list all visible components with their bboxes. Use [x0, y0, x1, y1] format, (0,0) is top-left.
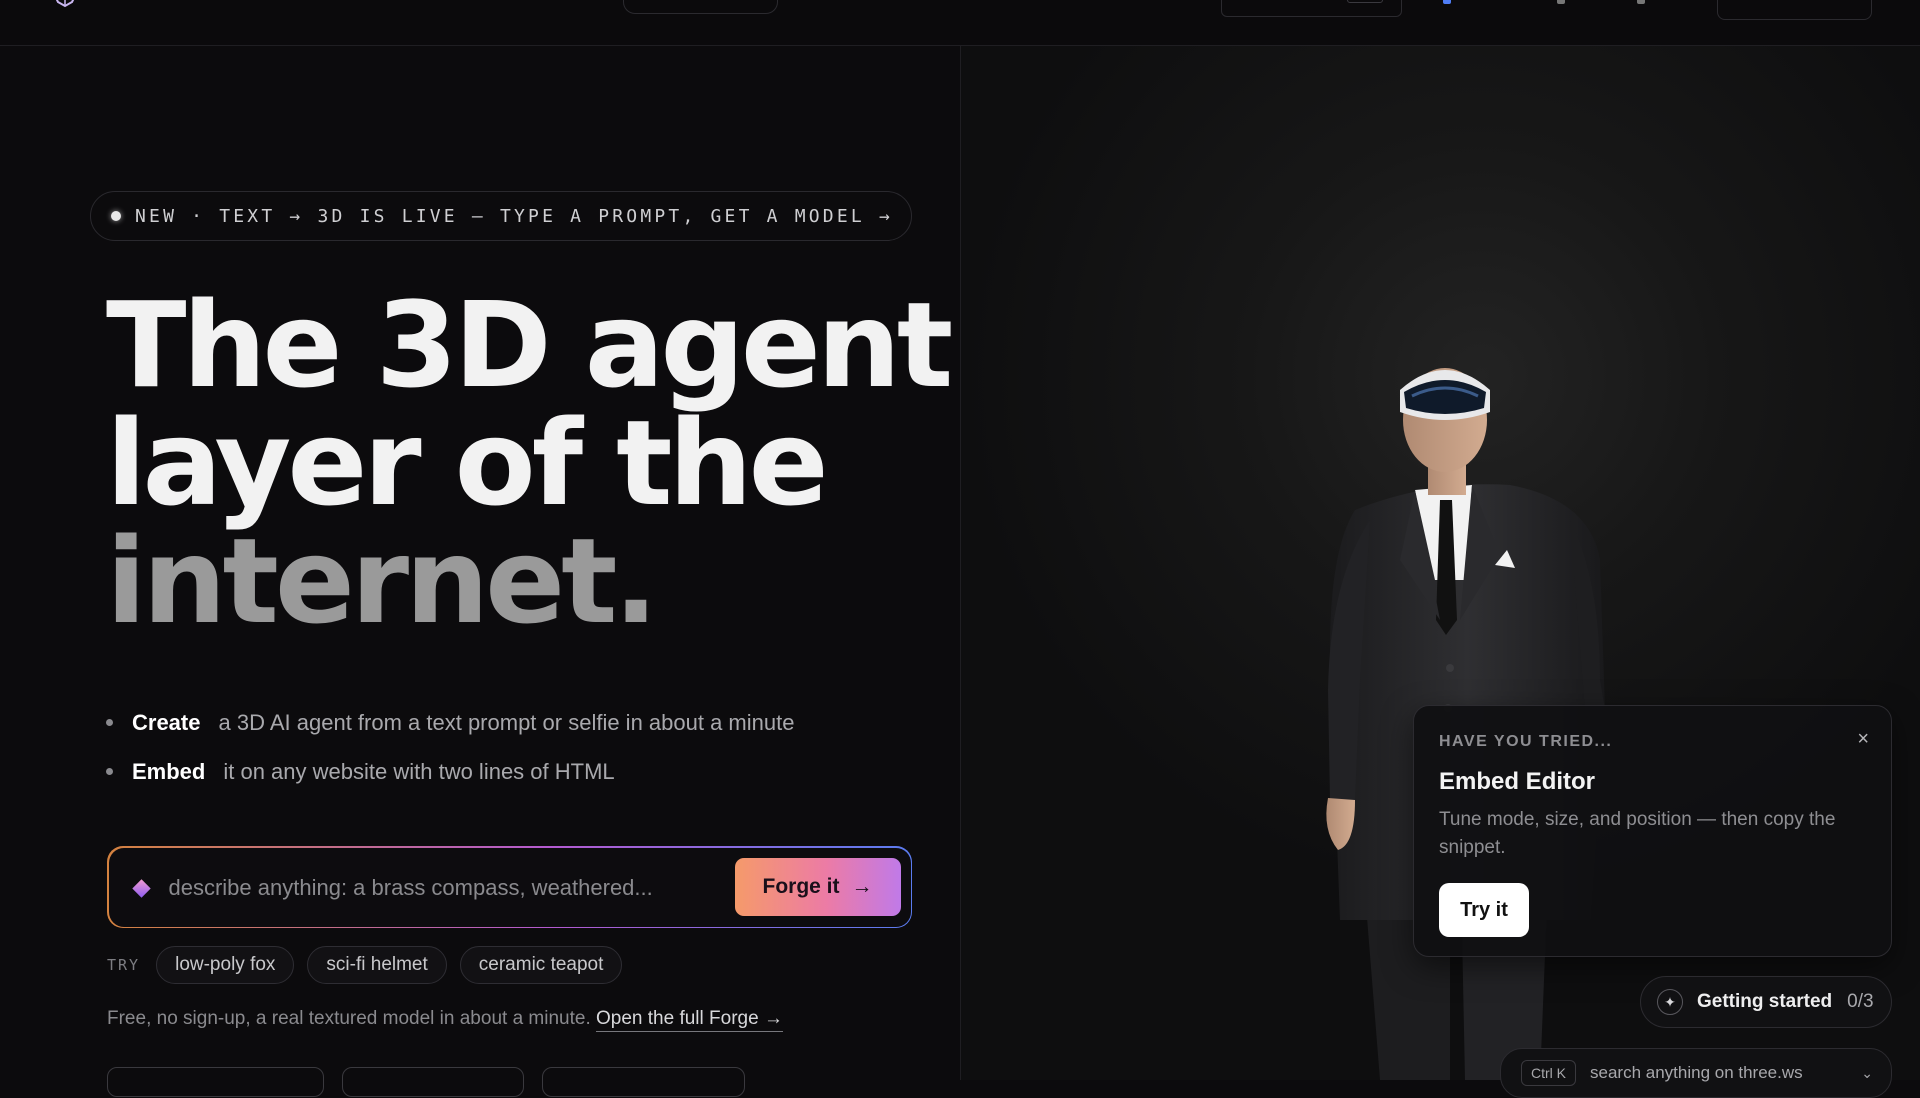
suggestion-chip[interactable]: ceramic teapot [459, 946, 623, 984]
bullet-icon [106, 719, 113, 726]
feature-description: it on any website with two lines of HTML [223, 758, 615, 784]
open-forge-link[interactable]: Open the full Forge → [596, 1008, 783, 1032]
shortcut-badge: Ctrl K [1521, 1060, 1576, 1086]
nav-link-marker[interactable] [1557, 0, 1565, 4]
nav-pill-button[interactable] [623, 0, 778, 14]
getting-started-button[interactable]: ✦ Getting started 0/3 [1640, 976, 1892, 1028]
command-search-placeholder: search anything on three.ws [1590, 1063, 1803, 1082]
arrow-right-icon: → [851, 874, 873, 898]
top-search-input[interactable] [1221, 0, 1402, 17]
announcement-text: NEW · TEXT → 3D IS LIVE — TYPE A PROMPT,… [135, 205, 893, 227]
suggestion-row: TRY low-poly fox sci-fi helmet ceramic t… [107, 946, 623, 984]
hero-heading: The 3D agent layer of the internet. [106, 276, 953, 650]
account-button[interactable] [1717, 0, 1872, 20]
chevron-down-icon: ⌄ [1861, 1065, 1873, 1081]
secondary-button[interactable] [107, 1067, 324, 1097]
nav-link-marker[interactable] [1637, 0, 1645, 4]
feature-keyword: Embed [132, 758, 206, 784]
suggestion-chip[interactable]: sci-fi helmet [307, 946, 447, 984]
getting-started-progress: 0/3 [1847, 991, 1874, 1012]
secondary-button[interactable] [342, 1067, 524, 1097]
fineprint-text: Free, no sign-up, a real textured model … [107, 1008, 591, 1029]
getting-started-label: Getting started [1697, 991, 1833, 1012]
bullet-icon [106, 768, 113, 775]
hero-line-1: The 3D agent [106, 276, 953, 414]
suggestion-label: TRY [107, 956, 141, 974]
close-icon[interactable]: × [1857, 728, 1869, 751]
feature-item: Create a 3D AI agent from a text prompt … [106, 698, 794, 747]
sparkle-icon: ✦ [1657, 989, 1683, 1015]
logo-icon[interactable] [50, 0, 80, 10]
forge-button[interactable]: Forge it → [734, 857, 901, 916]
prompt-form: Forge it → [107, 846, 912, 928]
feature-description: a 3D AI agent from a text prompt or self… [218, 709, 795, 735]
top-navigation-bar [0, 0, 1920, 46]
hero-line-2: layer of the [106, 394, 829, 532]
announcement-banner[interactable]: NEW · TEXT → 3D IS LIVE — TYPE A PROMPT,… [90, 191, 912, 241]
tip-title: Embed Editor [1439, 768, 1596, 795]
prompt-input[interactable] [168, 867, 729, 908]
hero-line-3: internet. [106, 512, 658, 650]
forge-button-label: Forge it [762, 874, 840, 898]
command-search-bar[interactable]: Ctrl K search anything on three.ws ⌄ [1500, 1048, 1892, 1098]
diamond-icon [131, 878, 151, 898]
fineprint: Free, no sign-up, a real textured model … [107, 1008, 783, 1032]
feature-list: Create a 3D AI agent from a text prompt … [106, 698, 794, 796]
nav-link-marker[interactable] [1443, 0, 1451, 4]
tip-card: HAVE YOU TRIED... × Embed Editor Tune mo… [1413, 705, 1892, 957]
tip-body: Tune mode, size, and position — then cop… [1439, 809, 1836, 858]
feature-item: Embed it on any website with two lines o… [106, 747, 794, 796]
tip-eyebrow: HAVE YOU TRIED... [1439, 733, 1613, 750]
prompt-form-inner: Forge it → [108, 847, 911, 927]
feature-keyword: Create [132, 709, 201, 735]
try-it-button[interactable]: Try it [1439, 883, 1529, 937]
live-dot-icon [111, 211, 121, 221]
suggestion-chip[interactable]: low-poly fox [156, 946, 295, 984]
secondary-button[interactable] [542, 1067, 745, 1097]
secondary-buttons-row [107, 1067, 745, 1097]
shortcut-key-badge [1347, 0, 1383, 3]
